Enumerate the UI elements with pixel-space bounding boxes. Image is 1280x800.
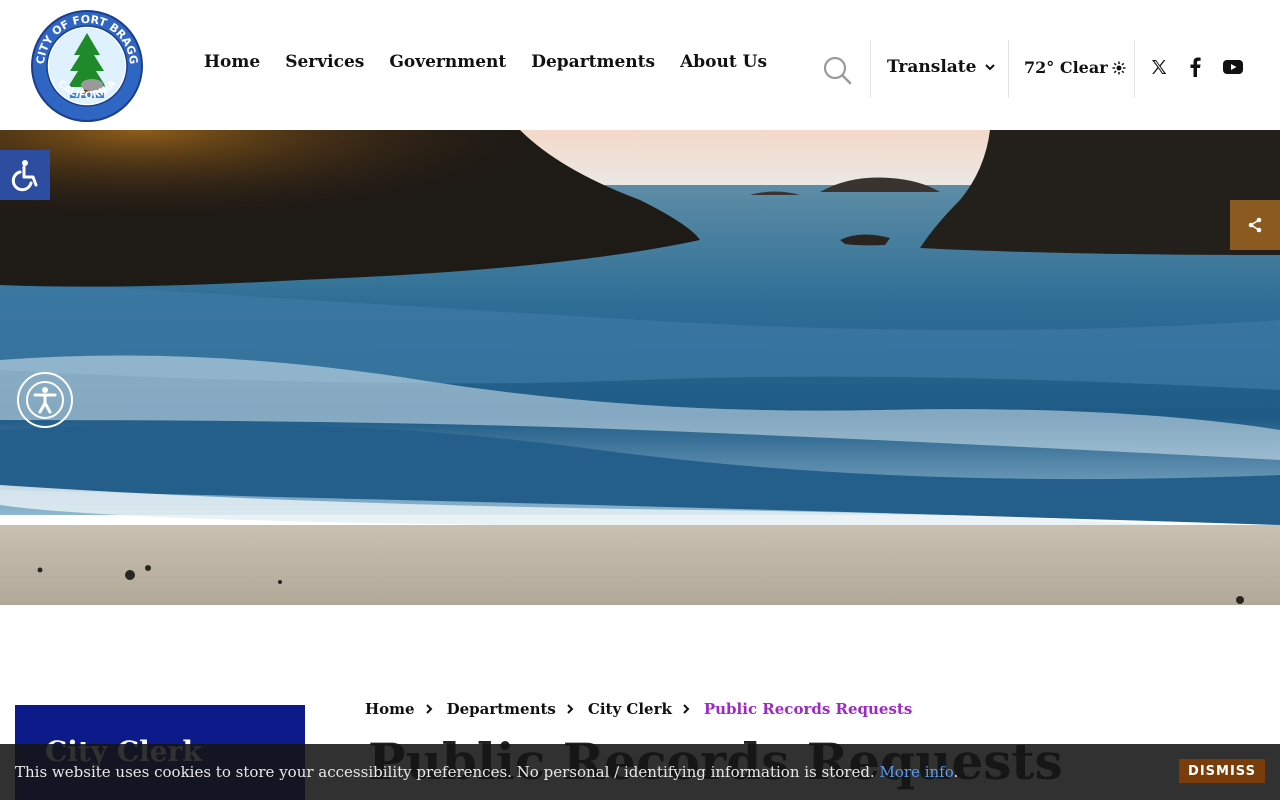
breadcrumb-current: Public Records Requests — [703, 700, 913, 718]
breadcrumb: Home Departments City Clerk Public Recor… — [365, 700, 912, 718]
cookie-message: This website uses cookies to store your … — [15, 763, 958, 781]
facebook-icon[interactable] — [1184, 56, 1206, 78]
breadcrumb-home[interactable]: Home — [365, 700, 415, 718]
breadcrumb-departments[interactable]: Departments — [447, 700, 556, 718]
nav-home[interactable]: Home — [204, 52, 260, 72]
main-nav: Home Services Government Departments Abo… — [204, 52, 767, 72]
x-twitter-icon[interactable] — [1148, 56, 1170, 78]
nav-departments[interactable]: Departments — [531, 52, 655, 72]
weather-text: 72° Clear — [1024, 58, 1108, 77]
translate-dropdown[interactable]: Translate — [887, 57, 996, 77]
accessibility-wheelchair-icon[interactable] — [0, 150, 50, 200]
nav-government[interactable]: Government — [389, 52, 506, 72]
nav-services[interactable]: Services — [285, 52, 364, 72]
breadcrumb-city-clerk[interactable]: City Clerk — [588, 700, 672, 718]
header-divider — [870, 40, 871, 98]
cookie-banner: This website uses cookies to store your … — [0, 744, 1280, 800]
search-icon[interactable] — [822, 55, 852, 85]
dismiss-button[interactable]: DISMISS — [1179, 759, 1265, 783]
accessibility-person-icon[interactable] — [17, 372, 73, 428]
translate-label: Translate — [887, 57, 977, 77]
chevron-right-icon — [683, 704, 690, 714]
weather-widget: 72° Clear — [1024, 58, 1126, 77]
city-seal-logo[interactable]: CITY OF FORT BRAGG CALIFORNIA — [30, 9, 144, 123]
chevron-right-icon — [567, 704, 574, 714]
nav-about-us[interactable]: About Us — [680, 52, 767, 72]
cookie-message-text: This website uses cookies to store your … — [15, 763, 875, 781]
youtube-icon[interactable] — [1222, 56, 1244, 78]
chevron-down-icon — [985, 64, 996, 71]
cookie-more-info-link[interactable]: More info — [879, 763, 953, 781]
cookie-suffix: . — [953, 763, 959, 781]
share-icon[interactable] — [1230, 200, 1280, 250]
sun-icon — [1112, 61, 1126, 74]
hero-banner — [0, 130, 1280, 605]
chevron-right-icon — [425, 704, 433, 714]
header-divider — [1134, 40, 1135, 98]
header-divider — [1008, 40, 1009, 98]
site-header: CITY OF FORT BRAGG CALIFORNIA Home Servi… — [0, 0, 1280, 130]
